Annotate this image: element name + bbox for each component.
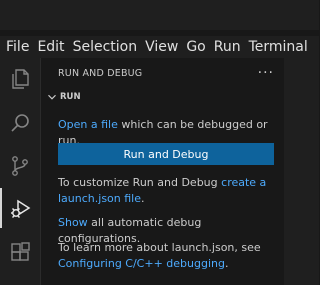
extensions-button[interactable] xyxy=(0,232,40,272)
search-button[interactable] xyxy=(0,103,40,143)
sidebar-header: RUN AND DEBUG ··· xyxy=(41,58,284,88)
show-configs-link[interactable]: Show xyxy=(58,216,88,229)
more-actions-button[interactable]: ··· xyxy=(258,66,284,80)
run-debug-sidebar: RUN AND DEBUG ··· RUN Open a file which … xyxy=(41,58,284,285)
files-icon xyxy=(12,69,29,89)
sidebar-title: RUN AND DEBUG xyxy=(58,67,143,79)
run-debug-button[interactable] xyxy=(0,188,40,228)
run-debug-icon xyxy=(11,199,31,219)
menu-terminal[interactable]: Terminal xyxy=(245,36,312,58)
customize-text: To customize Run and Debug create a laun… xyxy=(58,175,278,207)
menu-edit[interactable]: Edit xyxy=(33,36,68,58)
source-control-button[interactable] xyxy=(0,146,40,186)
learn-more-text: To learn more about launch.json, see Con… xyxy=(58,240,278,272)
search-icon xyxy=(11,114,29,132)
customize-suffix: . xyxy=(141,192,145,205)
editor-area xyxy=(284,58,319,285)
run-section-header[interactable]: RUN xyxy=(41,88,284,106)
learn-prefix: To learn more about launch.json, see xyxy=(58,241,261,254)
menu-view[interactable]: View xyxy=(141,36,182,58)
section-title: RUN xyxy=(60,92,81,102)
menu-go[interactable]: Go xyxy=(182,36,209,58)
activity-bar xyxy=(0,58,41,285)
title-bar xyxy=(0,0,319,30)
menu-run[interactable]: Run xyxy=(210,36,245,58)
open-file-link[interactable]: Open a file xyxy=(58,118,118,131)
menu-selection[interactable]: Selection xyxy=(69,36,142,58)
learn-suffix: . xyxy=(224,257,229,270)
source-control-icon xyxy=(12,156,28,176)
chevron-down-icon xyxy=(48,94,56,100)
extensions-icon xyxy=(11,242,30,261)
menu-file[interactable]: File xyxy=(0,36,33,58)
customize-prefix: To customize Run and Debug xyxy=(58,176,222,189)
run-and-debug-button[interactable]: Run and Debug xyxy=(58,143,274,165)
explorer-button[interactable] xyxy=(0,59,40,99)
menu-bar: File Edit Selection View Go Run Terminal xyxy=(0,36,319,58)
configuring-debugging-link[interactable]: Configuring C/C++ debugging xyxy=(58,257,225,270)
